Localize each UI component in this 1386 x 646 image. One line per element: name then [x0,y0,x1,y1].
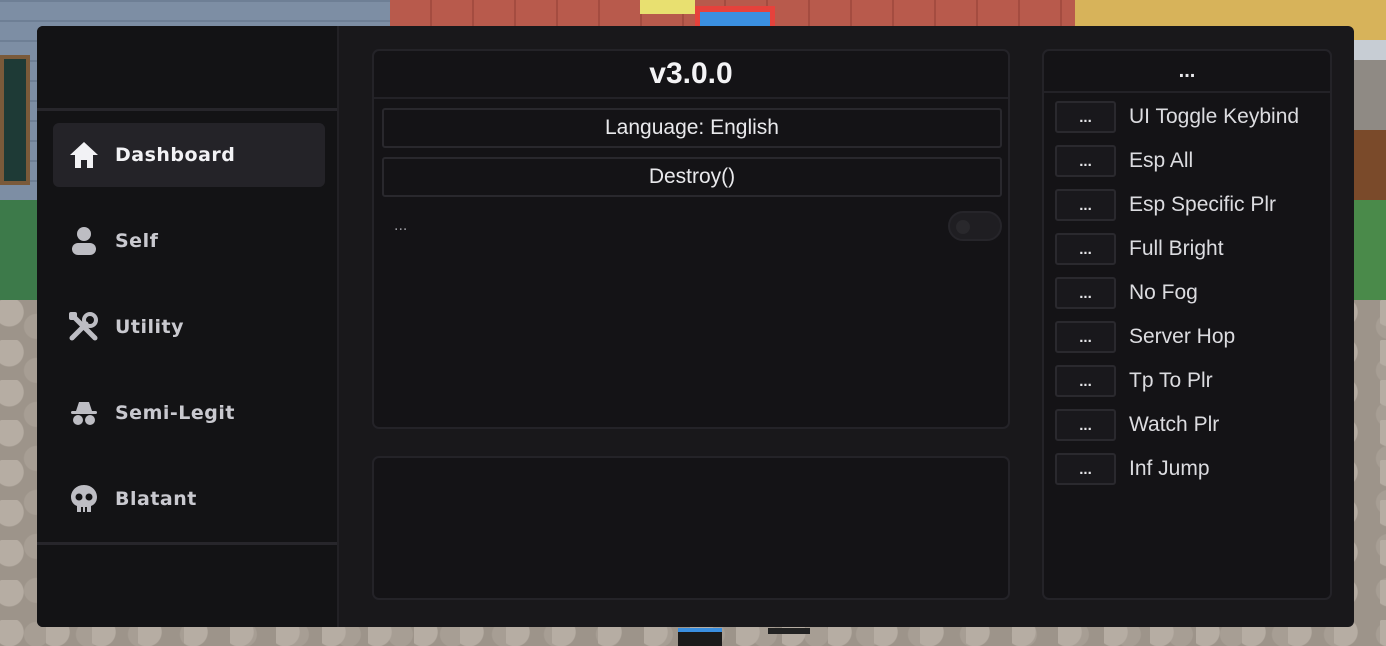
bg-character-feet [678,628,722,646]
destroy-button[interactable]: Destroy() [382,157,1002,197]
keybinds-title: ... [1044,51,1330,93]
sidebar-item-self[interactable]: Self [53,209,325,273]
bg-grass [1354,200,1386,310]
sidebar-divider [37,542,337,545]
script-hub-window: Dashboard Self Utility Semi-Legit Blatan… [37,26,1354,627]
info-panel [372,456,1010,600]
toggle-switch[interactable] [948,211,1002,241]
keybind-label: Inf Jump [1129,457,1210,480]
version-title: v3.0.0 [374,51,1008,99]
bg-character-part [640,0,695,14]
keybind-button[interactable]: ... [1055,365,1116,397]
skull-icon [67,482,101,516]
dashboard-panel: v3.0.0 Language: English Destroy() ... [372,49,1010,429]
sidebar-item-label: Utility [115,316,185,338]
keybind-label: Tp To Plr [1129,369,1213,392]
keybind-row: ... Tp To Plr [1055,365,1325,397]
keybinds-panel: ... ... UI Toggle Keybind ... Esp All ..… [1042,49,1332,600]
keybind-button[interactable]: ... [1055,409,1116,441]
home-icon [67,138,101,172]
keybind-label: Server Hop [1129,325,1236,348]
keybind-label: No Fog [1129,281,1198,304]
keybind-label: Watch Plr [1129,413,1220,436]
bg-character-feet [768,628,810,634]
keybind-row: ... No Fog [1055,277,1325,309]
keybind-button[interactable]: ... [1055,101,1116,133]
sidebar-item-label: Dashboard [115,144,236,166]
sidebar-item-dashboard[interactable]: Dashboard [53,123,325,187]
keybind-label: Esp All [1129,149,1194,172]
keybind-row: ... Watch Plr [1055,409,1325,441]
keybind-button[interactable]: ... [1055,453,1116,485]
keybind-button[interactable]: ... [1055,233,1116,265]
keybind-label: Esp Specific Plr [1129,193,1277,216]
toggle-label: ... [394,217,408,234]
keybind-button[interactable]: ... [1055,189,1116,221]
sidebar-divider [37,108,337,111]
sidebar-item-semi-legit[interactable]: Semi-Legit [53,381,325,445]
keybind-label: Full Bright [1129,237,1224,260]
sidebar-item-blatant[interactable]: Blatant [53,467,325,531]
sidebar-item-label: Semi-Legit [115,402,235,424]
sidebar-header [37,26,337,108]
keybind-row: ... Full Bright [1055,233,1325,265]
tools-icon [67,310,101,344]
sidebar-item-utility[interactable]: Utility [53,295,325,359]
sidebar: Dashboard Self Utility Semi-Legit Blatan… [37,26,339,627]
bg-grass [0,200,38,310]
keybind-row: ... Esp All [1055,145,1325,177]
keybind-row: ... Server Hop [1055,321,1325,353]
keybind-button[interactable]: ... [1055,145,1116,177]
incognito-icon [67,396,101,430]
toggle-knob [956,220,970,234]
sidebar-item-label: Self [115,230,159,252]
keybind-button[interactable]: ... [1055,277,1116,309]
sidebar-item-label: Blatant [115,488,197,510]
user-icon [67,224,101,258]
language-button[interactable]: Language: English [382,108,1002,148]
keybind-button[interactable]: ... [1055,321,1116,353]
keybind-label: UI Toggle Keybind [1129,105,1300,128]
keybind-row: ... UI Toggle Keybind [1055,101,1325,133]
bg-chalkboard [0,55,30,185]
keybind-row: ... Inf Jump [1055,453,1325,485]
keybind-row: ... Esp Specific Plr [1055,189,1325,221]
